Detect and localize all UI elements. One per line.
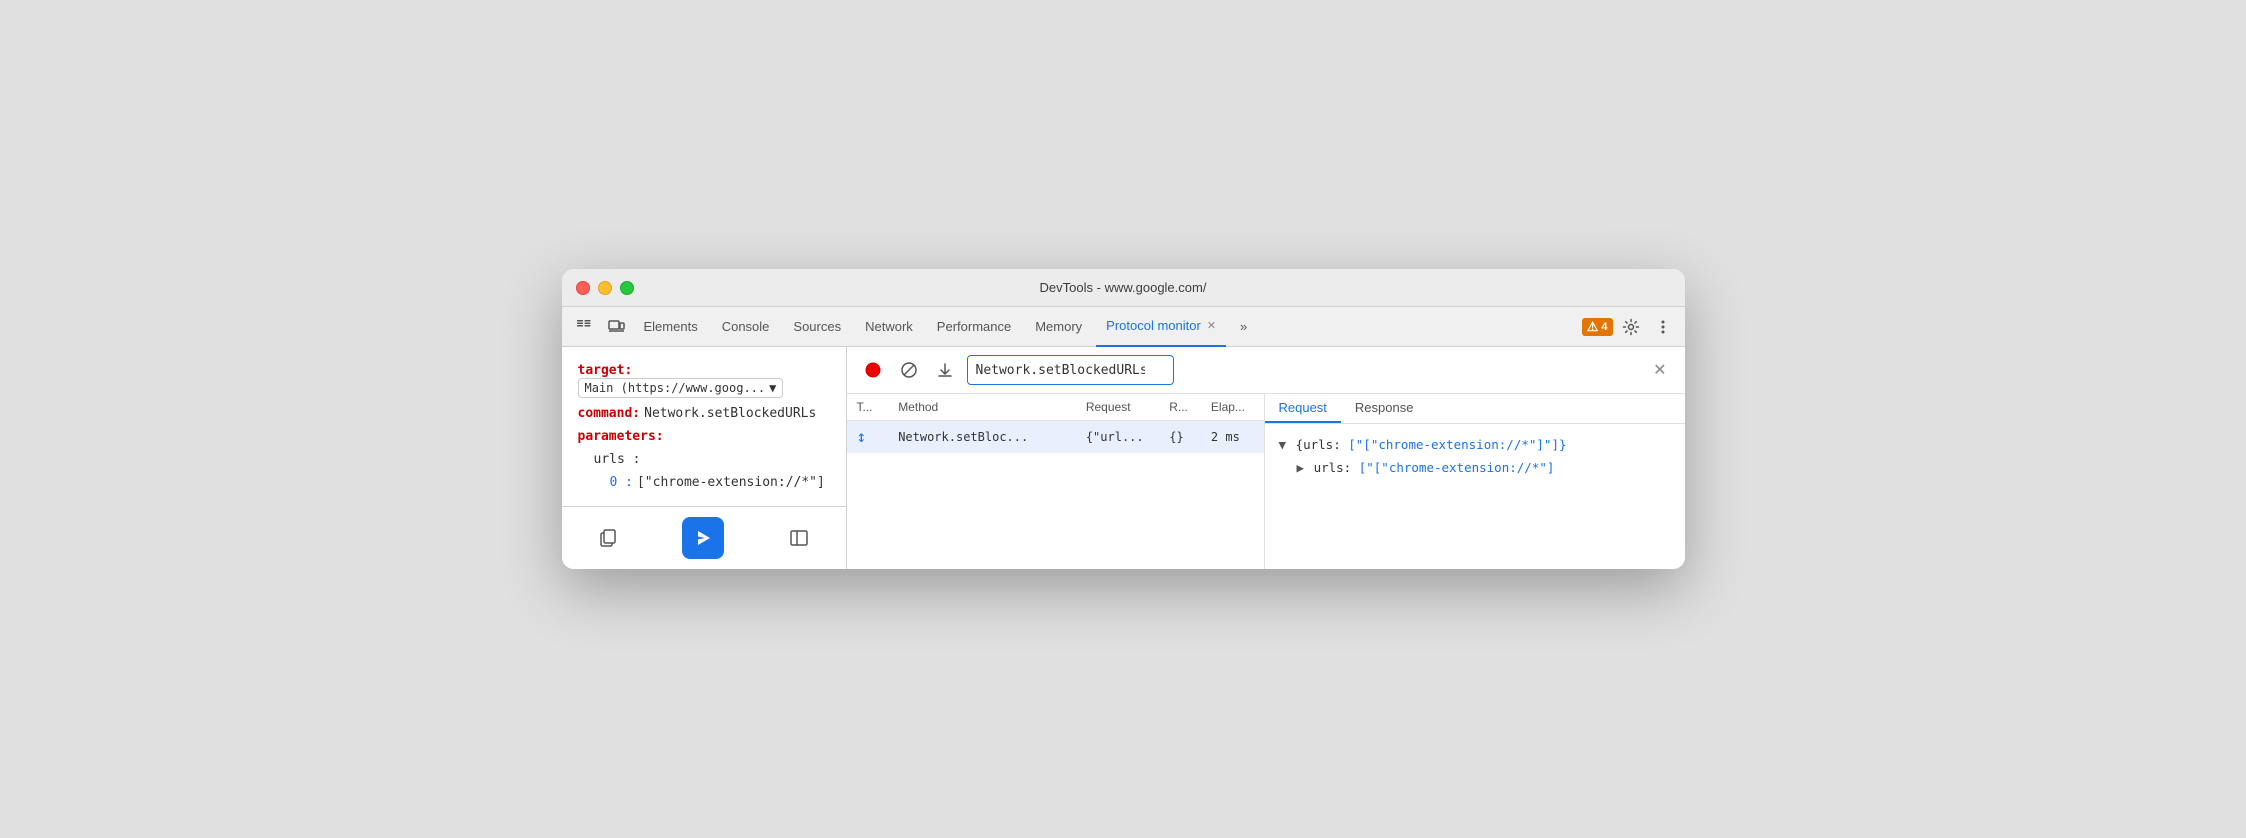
row-method-cell: Network.setBloc... [888, 421, 1076, 453]
tab-sources[interactable]: Sources [783, 307, 851, 347]
command-search-input[interactable] [967, 355, 1174, 385]
tab-protocol-monitor[interactable]: Protocol monitor ✕ [1096, 307, 1226, 347]
tab-close-icon[interactable]: ✕ [1207, 319, 1216, 332]
more-options-icon[interactable] [1649, 313, 1677, 341]
dropdown-arrow-icon: ▼ [769, 381, 776, 395]
tab-network[interactable]: Network [855, 307, 923, 347]
right-toolbar: ✕ [847, 347, 1685, 394]
tree-expand-icon[interactable]: ▶ [1297, 460, 1305, 475]
tab-performance[interactable]: Performance [927, 307, 1021, 347]
request-response-tabs: Request Response [1265, 394, 1685, 424]
right-panel: ✕ T... Method Request R... Elap. [847, 347, 1685, 569]
col-r-header: R... [1159, 394, 1201, 421]
parameters-row: parameters: [578, 429, 830, 444]
tree-child[interactable]: ▶ urls: ["["chrome-extension://*"] [1279, 457, 1671, 480]
tree-root[interactable]: ▼ {urls: ["["chrome-extension://*"]"]} [1279, 434, 1671, 457]
response-tree-panel: ▼ {urls: ["["chrome-extension://*"]"]} ▶… [1265, 424, 1685, 569]
col-request-header: Request [1076, 394, 1159, 421]
tab-response[interactable]: Response [1341, 394, 1428, 423]
tab-request[interactable]: Request [1265, 394, 1341, 423]
response-area: Request Response ▼ {urls: ["["chrome-ext… [1265, 394, 1685, 569]
devtools-window: DevTools - www.google.com/ Elements [562, 269, 1685, 569]
tab-elements[interactable]: Elements [634, 307, 708, 347]
sidebar-toggle-icon[interactable] [781, 520, 817, 556]
command-row: command: Network.setBlockedURLs [578, 406, 830, 421]
window-title: DevTools - www.google.com/ [1040, 280, 1207, 295]
table-area: T... Method Request R... Elap... ↕ [847, 394, 1265, 569]
traffic-lights [576, 281, 634, 295]
clear-icon[interactable] [895, 356, 923, 384]
target-row: target: Main (https://www.goog... ▼ [578, 363, 830, 398]
copy-icon[interactable] [590, 520, 626, 556]
row-elapsed-cell: 2 ms [1201, 421, 1264, 453]
row-t-cell: ↕ [847, 421, 889, 453]
toolbar: Elements Console Sources Network Perform… [562, 307, 1685, 347]
urls-label: urls : [594, 452, 641, 467]
send-button[interactable] [682, 517, 724, 559]
title-bar: DevTools - www.google.com/ [562, 269, 1685, 307]
table-header-row: T... Method Request R... Elap... [847, 394, 1264, 421]
download-icon[interactable] [931, 356, 959, 384]
minimize-button[interactable] [598, 281, 612, 295]
close-button[interactable] [576, 281, 590, 295]
col-elap-header: Elap... [1201, 394, 1264, 421]
target-select[interactable]: Main (https://www.goog... ▼ [578, 378, 784, 398]
command-value: Network.setBlockedURLs [644, 406, 816, 421]
tab-more[interactable]: » [1230, 307, 1257, 347]
urls-row: urls : [594, 452, 830, 467]
index-row: 0 : ["chrome-extension://*"] [610, 475, 830, 490]
parameters-label: parameters: [578, 429, 664, 444]
index-label: 0 : [610, 475, 633, 490]
tab-console[interactable]: Console [712, 307, 780, 347]
device-toggle-icon[interactable] [602, 313, 630, 341]
command-form: target: Main (https://www.goog... ▼ comm… [562, 347, 846, 506]
table-row[interactable]: ↕ Network.setBloc... {"url... {} 2 ms [847, 421, 1264, 453]
command-label: command: [578, 406, 641, 421]
tab-memory[interactable]: Memory [1025, 307, 1092, 347]
input-clear-icon[interactable]: ✕ [1653, 360, 1666, 380]
col-t-header: T... [847, 394, 889, 421]
left-panel: target: Main (https://www.goog... ▼ comm… [562, 347, 847, 569]
record-icon[interactable] [859, 356, 887, 384]
settings-icon[interactable] [1617, 313, 1645, 341]
table-response-area: T... Method Request R... Elap... ↕ [847, 394, 1685, 569]
col-method-header: Method [888, 394, 1076, 421]
row-r-cell: {} [1159, 421, 1201, 453]
index-value: ["chrome-extension://*"] [637, 475, 825, 490]
target-label: target: [578, 363, 633, 378]
row-request-cell: {"url... [1076, 421, 1159, 453]
left-footer [562, 506, 846, 569]
maximize-button[interactable] [620, 281, 634, 295]
main-content: target: Main (https://www.goog... ▼ comm… [562, 347, 1685, 569]
request-table: T... Method Request R... Elap... ↕ [847, 394, 1264, 453]
tree-collapse-icon[interactable]: ▼ [1279, 437, 1287, 452]
notification-badge[interactable]: ⚠ 4 [1582, 318, 1613, 336]
cursor-tool-icon[interactable] [570, 313, 598, 341]
toolbar-right: ⚠ 4 [1582, 313, 1677, 341]
command-input-wrapper: ✕ [967, 355, 1673, 385]
